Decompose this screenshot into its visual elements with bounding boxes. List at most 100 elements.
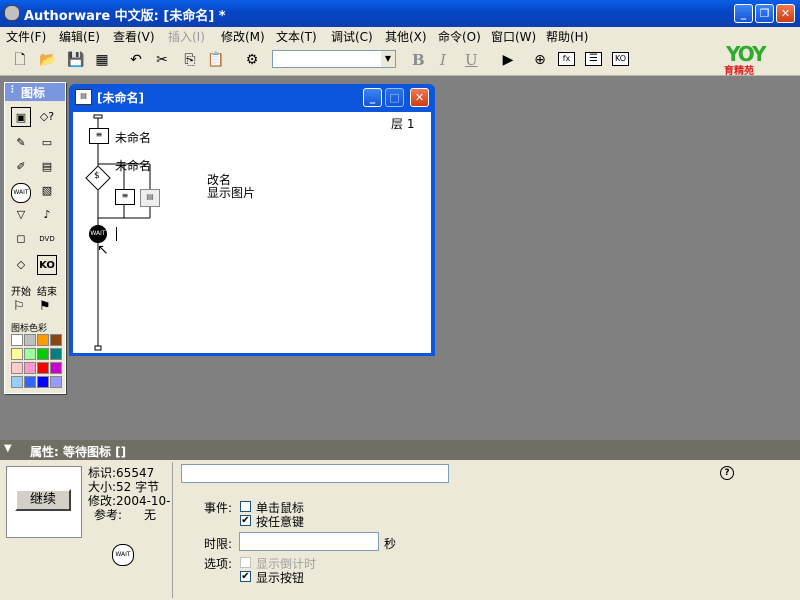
import-icon[interactable]: ▦ bbox=[92, 50, 112, 70]
show-countdown-checkbox[interactable] bbox=[240, 557, 251, 568]
decision-icon[interactable]: ◇? bbox=[37, 107, 57, 127]
show-button-checkbox[interactable]: ✔ bbox=[240, 571, 251, 582]
calculation-node-icon[interactable]: ≡ bbox=[115, 189, 135, 205]
panel-divider bbox=[172, 462, 173, 598]
color-swatch[interactable] bbox=[37, 334, 49, 346]
interaction-node-label[interactable]: 未命名 bbox=[115, 157, 151, 174]
color-swatch[interactable] bbox=[11, 348, 23, 360]
navigate-node-icon[interactable]: ▤ bbox=[140, 189, 160, 207]
flowline-maximize-button[interactable]: □ bbox=[385, 88, 404, 107]
color-swatch[interactable] bbox=[24, 334, 36, 346]
control-panel-icon[interactable]: ⊕ bbox=[530, 50, 550, 70]
menu-item-4[interactable]: 插入(I) bbox=[168, 28, 205, 45]
variables-button[interactable]: ☰ bbox=[585, 52, 602, 66]
start-flag-icon[interactable]: ⚐ bbox=[13, 299, 25, 314]
minimize-button[interactable]: _ bbox=[734, 4, 753, 23]
copy-icon[interactable]: ⎘ bbox=[180, 50, 200, 70]
menu-item-1[interactable]: 文件(F) bbox=[6, 28, 46, 45]
italic-button[interactable]: I bbox=[440, 51, 446, 69]
display-node-icon[interactable]: ≡ bbox=[89, 128, 109, 144]
mouse-click-checkbox[interactable] bbox=[240, 501, 251, 512]
menu-item-9[interactable]: 命令(O) bbox=[438, 28, 481, 45]
movie-icon[interactable]: ▧ bbox=[37, 181, 57, 201]
help-icon[interactable]: ? bbox=[720, 466, 734, 480]
knowledge-objects-button[interactable]: KO bbox=[612, 52, 629, 66]
continue-button-preview[interactable]: 继续 bbox=[15, 489, 71, 511]
menu-item-10[interactable]: 窗口(W) bbox=[491, 28, 536, 45]
save-all-icon[interactable]: 💾 bbox=[66, 50, 86, 70]
properties-title: 属性: 等待图标 [] bbox=[30, 445, 127, 459]
show-button-label[interactable]: 显示按钮 bbox=[256, 569, 304, 586]
color-swatch[interactable] bbox=[50, 348, 62, 360]
menu-item-2[interactable]: 编辑(E) bbox=[59, 28, 100, 45]
map-icon[interactable]: ▽ bbox=[11, 205, 31, 225]
paste-icon[interactable]: 📋 bbox=[206, 50, 226, 70]
app-title: Authorware 中文版: [未命名] * bbox=[24, 9, 226, 24]
flowline-close-button[interactable]: ✕ bbox=[410, 88, 429, 107]
motion-icon[interactable]: ✎ bbox=[11, 133, 31, 153]
close-button[interactable]: ✕ bbox=[776, 4, 795, 23]
time-limit-label: 时限: bbox=[204, 537, 233, 551]
color-swatch[interactable] bbox=[50, 362, 62, 374]
font-select[interactable]: ▼ bbox=[272, 50, 396, 68]
color-swatch[interactable] bbox=[37, 348, 49, 360]
icon-name-field[interactable] bbox=[181, 464, 449, 483]
find-icon[interactable]: ⚙ bbox=[242, 50, 262, 70]
any-key-label[interactable]: 按任意键 bbox=[256, 513, 304, 530]
cut-icon[interactable]: ✂ bbox=[152, 50, 172, 70]
flowline-minimize-button[interactable]: _ bbox=[363, 88, 382, 107]
color-swatch[interactable] bbox=[24, 376, 36, 388]
interaction-icon[interactable]: ◇ bbox=[11, 255, 31, 275]
color-swatch[interactable] bbox=[24, 348, 36, 360]
undo-icon[interactable]: ↶ bbox=[126, 50, 146, 70]
app-title-bar[interactable]: Authorware 中文版: [未命名] * _ ❐ ✕ bbox=[0, 0, 800, 27]
erase-icon[interactable]: ✐ bbox=[11, 157, 31, 177]
mouse-pointer-icon: ↖ bbox=[97, 242, 109, 258]
properties-header[interactable]: ▼ 属性: 等待图标 [] bbox=[0, 440, 800, 460]
menu-item-8[interactable]: 其他(X) bbox=[385, 28, 427, 45]
framework-icon[interactable]: ◻ bbox=[11, 229, 31, 249]
palette-header[interactable]: ⋮ 图标 bbox=[5, 83, 65, 101]
menu-item-3[interactable]: 查看(V) bbox=[113, 28, 155, 45]
expand-arrow-icon[interactable]: ▼ bbox=[4, 443, 12, 454]
flowline-area[interactable]: 层 1 ≡ 未命名 未命名 $ ≡ ▤ 改名 显示图片 WAIT ↖ bbox=[73, 112, 431, 353]
color-swatch[interactable] bbox=[50, 334, 62, 346]
wait-icon[interactable]: WAIT bbox=[11, 181, 31, 203]
color-swatch[interactable] bbox=[37, 362, 49, 374]
color-swatch[interactable] bbox=[11, 334, 23, 346]
display-node-label[interactable]: 未命名 bbox=[115, 129, 151, 146]
menu-item-6[interactable]: 文本(T) bbox=[276, 28, 317, 45]
open-file-icon[interactable]: 📂 bbox=[38, 50, 58, 70]
color-swatch[interactable] bbox=[11, 376, 23, 388]
menu-item-11[interactable]: 帮助(H) bbox=[546, 28, 588, 45]
restore-button[interactable]: ❐ bbox=[755, 4, 774, 23]
menu-item-7[interactable]: 调试(C) bbox=[331, 28, 373, 45]
color-swatch[interactable] bbox=[24, 362, 36, 374]
navigate-icon[interactable]: ▤ bbox=[37, 157, 57, 177]
color-swatch[interactable] bbox=[37, 376, 49, 388]
color-swatch[interactable] bbox=[11, 362, 23, 374]
icon-palette: ⋮ 图标 ▣ ◇? ✎ ▭ ✐ ▤ WAIT ▧ ▽ ♪ ◻ DVD ◇ KO … bbox=[4, 82, 66, 394]
any-key-checkbox[interactable]: ✔ bbox=[240, 515, 251, 526]
end-flag-icon[interactable]: ⚑ bbox=[39, 299, 51, 314]
wait-node-icon[interactable]: WAIT bbox=[89, 225, 107, 243]
new-file-icon[interactable]: 🗋 bbox=[10, 50, 30, 70]
knowledge-object-icon[interactable]: KO bbox=[37, 255, 57, 275]
video-icon[interactable]: DVD bbox=[37, 229, 57, 249]
app-icon[interactable] bbox=[4, 5, 20, 21]
preview-box: 继续 bbox=[6, 466, 82, 538]
bold-button[interactable]: B bbox=[412, 51, 425, 69]
run-icon[interactable]: ▶ bbox=[498, 50, 518, 70]
functions-button[interactable]: fx bbox=[558, 52, 575, 66]
display-icon[interactable]: ▣ bbox=[11, 107, 31, 127]
menu-item-5[interactable]: 修改(M) bbox=[221, 28, 265, 45]
chevron-down-icon[interactable]: ▼ bbox=[381, 51, 395, 67]
flowline-window-icon[interactable]: ▤ bbox=[75, 89, 92, 105]
drag-handle-icon[interactable]: ⋮ bbox=[8, 85, 17, 95]
time-limit-field[interactable] bbox=[239, 532, 379, 551]
calculation-icon[interactable]: ▭ bbox=[37, 133, 57, 153]
underline-button[interactable]: U bbox=[465, 51, 478, 69]
response-label-show-image[interactable]: 显示图片 bbox=[207, 184, 255, 201]
sound-icon[interactable]: ♪ bbox=[37, 205, 57, 225]
color-swatch[interactable] bbox=[50, 376, 62, 388]
